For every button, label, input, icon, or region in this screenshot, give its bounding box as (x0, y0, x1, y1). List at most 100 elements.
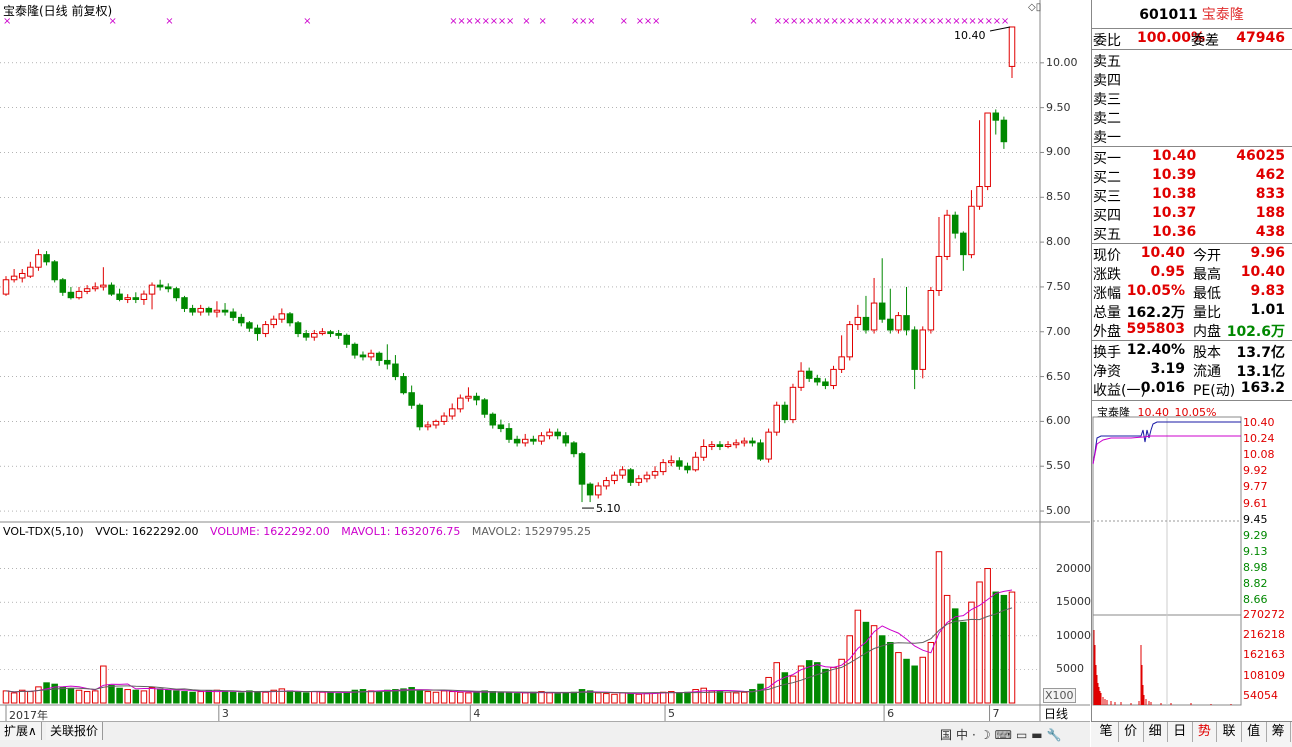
candle-body (594, 485, 602, 496)
lang-icon[interactable]: 国 (940, 728, 956, 742)
fund-value-2: 163.2 (1240, 380, 1285, 396)
buy-row[interactable]: 买二 10.39 462 (1093, 167, 1289, 186)
intraday-price-tick: 9.77 (1243, 480, 1268, 494)
kline-svg[interactable]: 10.405.10× × × × × × × × × × × × × × ×× × × × × × × × × × × × × × × ×… (0, 0, 1090, 721)
candle-body (359, 354, 367, 358)
candle-body (708, 444, 716, 447)
moon-icon[interactable]: ☽ (980, 728, 995, 742)
volume-bar (213, 689, 221, 704)
quote-tab[interactable]: 细 (1143, 722, 1169, 742)
divider (1091, 243, 1292, 244)
volume-bar (108, 685, 115, 704)
candle-body (375, 352, 383, 361)
volume-bar (505, 692, 513, 704)
sell-row[interactable]: 卖五 (1093, 51, 1289, 70)
bar-icon[interactable]: ▬ (1031, 728, 1046, 742)
volume-bar (294, 691, 302, 704)
input-method-icon[interactable]: 中 (956, 728, 972, 742)
stat-label-2: 最低 (1193, 286, 1221, 302)
volume-bar (156, 688, 164, 704)
volume-bar (984, 568, 991, 704)
buy-price: 10.38 (1152, 186, 1197, 202)
stat-row[interactable]: 涨幅 10.05% 最低 9.83 (1093, 283, 1289, 302)
buy-price: 10.39 (1152, 167, 1197, 183)
chart-corner-icons[interactable]: ◇▯ (1028, 2, 1041, 13)
dot-icon[interactable]: · (972, 728, 980, 742)
stat-row[interactable]: 涨跌 0.95 最高 10.40 (1093, 264, 1289, 283)
stat-value-2: 10.40 (1240, 264, 1285, 280)
quote-tab[interactable]: 筹 (1266, 722, 1292, 742)
volume-bar (173, 690, 180, 704)
period-label[interactable]: 日线 (1044, 705, 1068, 722)
sell-row[interactable]: 卖二 (1093, 108, 1289, 127)
buy-price: 10.40 (1152, 148, 1197, 164)
sell-row[interactable]: 卖三 (1093, 89, 1289, 108)
volume-bar (327, 692, 334, 704)
event-marker: × (644, 16, 652, 27)
volume-bar (75, 689, 83, 704)
stat-row[interactable]: 总量 162.2万 量比 1.01 (1093, 302, 1289, 321)
candle-body (773, 404, 780, 433)
price-tick-label: 7.00 (1046, 324, 1071, 338)
buy-row[interactable]: 买五 10.36 438 (1093, 224, 1289, 243)
stat-value: 162.2万 (1126, 305, 1185, 321)
candle-body (603, 480, 610, 487)
quote-tab[interactable]: 值 (1242, 722, 1267, 742)
volume-bar (935, 551, 943, 704)
quote-tab[interactable]: 日 (1168, 722, 1193, 742)
buy-row[interactable]: 买一 10.40 46025 (1093, 148, 1289, 167)
related-quote-tab[interactable]: 关联报价 (46, 722, 104, 740)
volume-bar (189, 691, 196, 704)
candle-body (67, 291, 75, 299)
volume-bar (124, 689, 131, 704)
candle-body (749, 440, 756, 444)
volume-bar (627, 693, 634, 704)
volume-bar (667, 691, 675, 704)
volume-bar (814, 662, 821, 704)
diamond-icon[interactable]: ◇ (1028, 2, 1036, 13)
event-marker: × (538, 16, 546, 27)
intraday-price-tick: 9.13 (1243, 544, 1268, 558)
candle-body (286, 313, 294, 324)
buy-label: 买四 (1093, 208, 1121, 224)
fund-row[interactable]: 净资 3.19 流通 13.1亿 (1093, 361, 1289, 380)
expand-tab[interactable]: 扩展∧ (0, 722, 42, 740)
candle-body (611, 474, 618, 482)
candle-body (521, 438, 529, 444)
volume-bar (481, 690, 488, 704)
quote-tab[interactable]: 价 (1119, 722, 1144, 742)
quote-tab[interactable]: 联 (1217, 722, 1242, 742)
kline-chart-area[interactable]: 10.40 5.10 × × × × × × × × × × × × × × × × × × × × × × × × × × × × × × ×… (0, 0, 1090, 721)
quote-tab[interactable]: 笔 (1094, 722, 1119, 742)
wrench-icon[interactable]: 🔧 (1047, 728, 1066, 742)
candle-body (327, 331, 334, 335)
buy-volume: 462 (1255, 167, 1285, 183)
volume-bar (887, 641, 894, 704)
intraday-volume-tick: 54054 (1243, 688, 1278, 702)
buy-row[interactable]: 买三 10.38 833 (1093, 186, 1289, 205)
buy-row[interactable]: 买四 10.37 188 (1093, 205, 1289, 224)
stat-row[interactable]: 现价 10.40 今开 9.96 (1093, 245, 1289, 264)
intraday-price-tick: 9.61 (1243, 496, 1268, 510)
window-icon[interactable]: ▯ (1036, 2, 1042, 13)
sell-row[interactable]: 卖四 (1093, 70, 1289, 89)
fund-row[interactable]: 收益(一) 0.016 PE(动) 163.2 (1093, 380, 1289, 399)
sell-row[interactable]: 卖一 (1093, 127, 1289, 146)
fund-row[interactable]: 换手 12.40% 股本 13.7亿 (1093, 342, 1289, 361)
candle-body (181, 297, 188, 309)
volume-bar (554, 693, 561, 704)
stat-row[interactable]: 外盘 595803 内盘 102.6万 (1093, 321, 1289, 340)
event-marker: × (587, 16, 595, 27)
event-marker: × (968, 16, 976, 27)
x100-scale-label[interactable]: X100 (1043, 688, 1076, 703)
candle-body (643, 474, 651, 480)
volume-bar (594, 692, 602, 704)
volume-bar (724, 691, 732, 704)
volume-bar (254, 691, 261, 704)
screen-icon[interactable]: ▭ (1016, 728, 1031, 742)
volume-bar (35, 686, 42, 704)
price-tick-label: 8.50 (1046, 190, 1071, 204)
candle-body (919, 329, 927, 370)
keyboard-icon[interactable]: ⌨ (995, 728, 1016, 742)
quote-tab[interactable]: 势 (1192, 722, 1218, 742)
